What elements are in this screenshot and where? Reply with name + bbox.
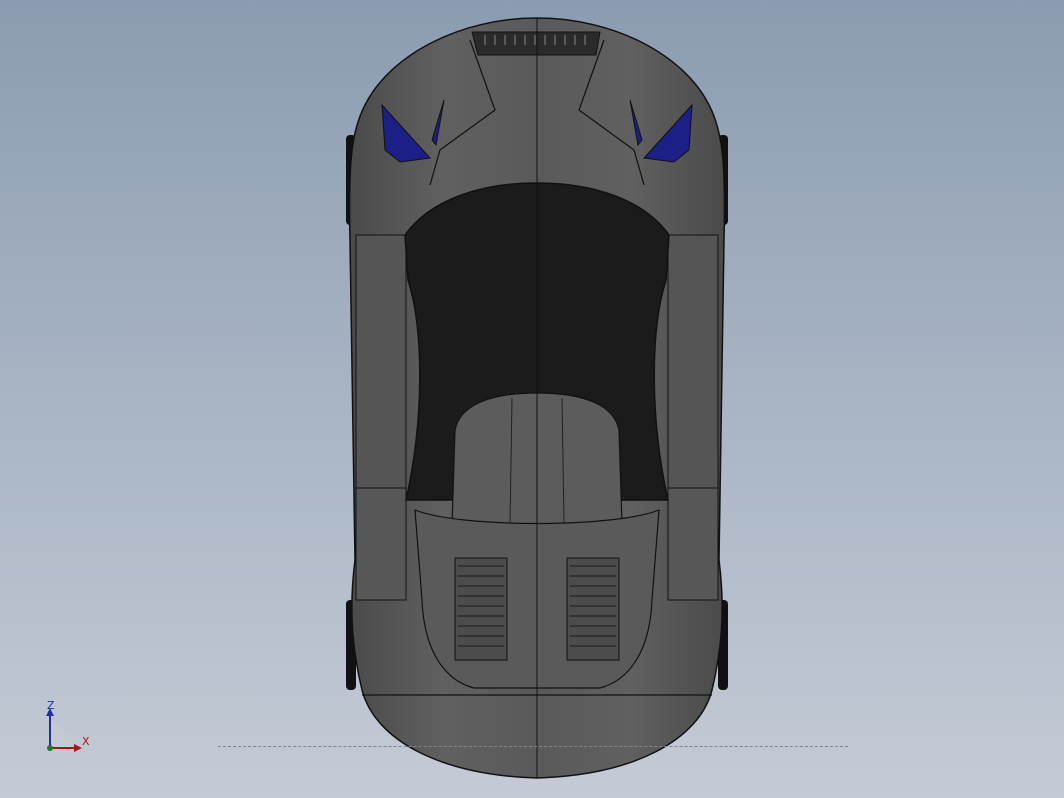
axis-z-label: Z (47, 699, 55, 712)
car-model-top-view[interactable] (0, 0, 1064, 798)
axis-x-label: X (82, 735, 90, 748)
left-engine-vent (454, 557, 508, 661)
graphics-viewport[interactable]: Z X (0, 0, 1064, 798)
right-door-panel (667, 487, 719, 601)
front-grille (471, 31, 601, 56)
left-fender-panel (355, 234, 407, 491)
left-door-panel (355, 487, 407, 601)
right-fender-panel (667, 234, 719, 491)
ground-plane-line (218, 746, 848, 747)
right-engine-vent (566, 557, 620, 661)
